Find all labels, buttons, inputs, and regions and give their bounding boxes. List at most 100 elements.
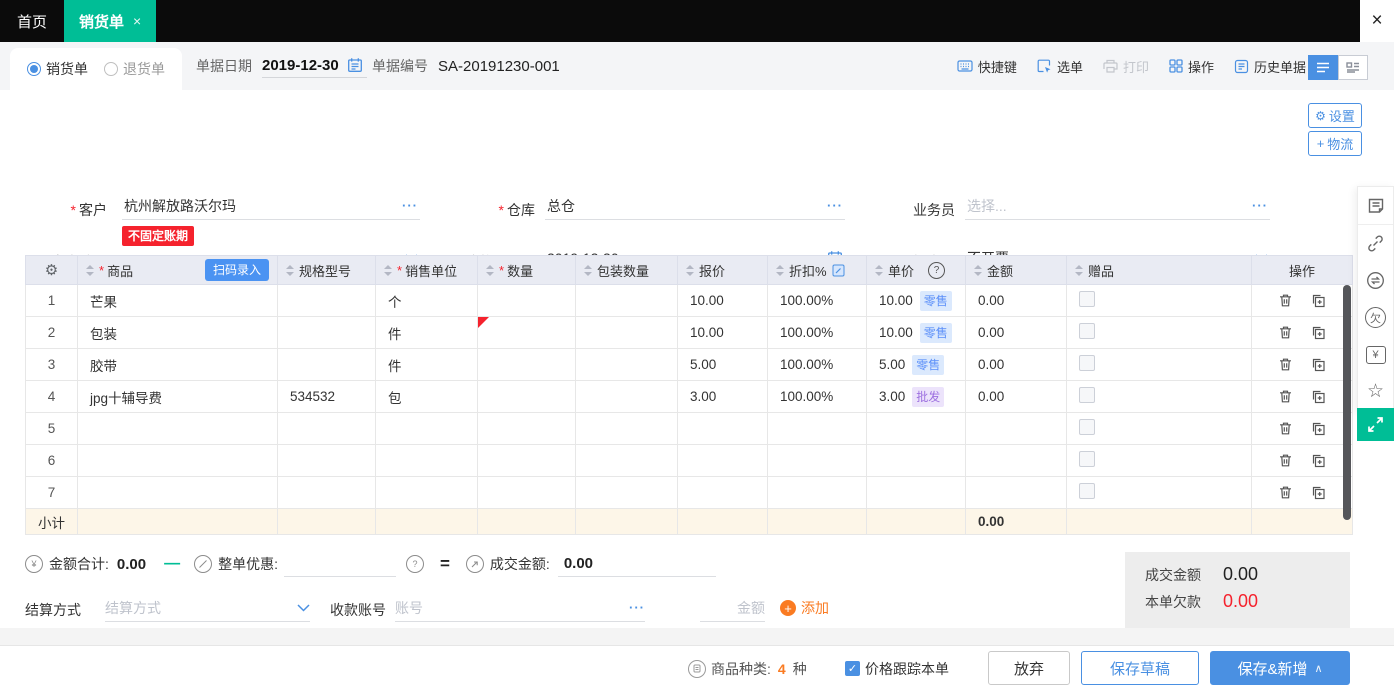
payment-amount-field[interactable]: 金额	[700, 594, 765, 622]
copy-row-icon[interactable]	[1311, 357, 1326, 372]
unit-cell[interactable]	[376, 413, 478, 445]
gift-checkbox[interactable]	[1079, 483, 1095, 499]
qty-cell[interactable]	[478, 477, 576, 509]
list-view-toggle[interactable]	[1308, 55, 1338, 80]
delete-row-icon[interactable]	[1278, 325, 1293, 340]
delete-row-icon[interactable]	[1278, 485, 1293, 500]
quote-cell[interactable]	[678, 413, 768, 445]
spec-cell[interactable]	[278, 285, 376, 317]
amount-cell[interactable]: 0.00	[966, 317, 1067, 349]
sort-carets-icon[interactable]	[974, 265, 982, 276]
amount-cell[interactable]: 0.00	[966, 285, 1067, 317]
quote-cell[interactable]	[678, 445, 768, 477]
amount-cell[interactable]: 0.00	[966, 381, 1067, 413]
gift-checkbox[interactable]	[1079, 355, 1095, 371]
order-discount-input[interactable]	[284, 552, 396, 577]
product-cell[interactable]	[78, 413, 278, 445]
checked-checkbox-icon[interactable]: ✓	[845, 661, 860, 676]
gear-icon[interactable]: ⚙	[45, 261, 58, 279]
transfer-icon[interactable]	[1358, 262, 1393, 299]
salesman-field[interactable]: 选择... ···	[965, 192, 1270, 220]
shortcut-keys-button[interactable]: 快捷键	[957, 57, 1017, 76]
window-close-button[interactable]: ×	[1360, 0, 1394, 42]
product-cell[interactable]	[78, 477, 278, 509]
tab-close-icon[interactable]: ×	[133, 13, 141, 29]
note-document-icon[interactable]	[1358, 187, 1393, 225]
quote-cell[interactable]: 5.00	[678, 349, 768, 381]
pack-qty-cell[interactable]	[576, 445, 678, 477]
price-cell[interactable]	[867, 477, 966, 509]
table-scrollbar-thumb[interactable]	[1343, 285, 1351, 520]
pack-qty-cell[interactable]	[576, 317, 678, 349]
copy-row-icon[interactable]	[1311, 453, 1326, 468]
quote-cell[interactable]: 3.00	[678, 381, 768, 413]
link-icon[interactable]	[1358, 225, 1393, 262]
tab-sales-order[interactable]: 销货单 ×	[64, 0, 156, 42]
pack-qty-cell[interactable]	[576, 381, 678, 413]
radio-return-order[interactable]: 退货单	[104, 59, 165, 79]
product-cell[interactable]: 包装	[78, 317, 278, 349]
price-cell[interactable]: 10.00 零售	[867, 285, 966, 317]
unit-cell[interactable]: 件	[376, 317, 478, 349]
save-and-new-button[interactable]: 保存&新增 ∧	[1210, 651, 1350, 685]
discount-cell[interactable]: 100.00%	[768, 285, 867, 317]
price-cell[interactable]: 10.00 零售	[867, 317, 966, 349]
customer-more-icon[interactable]: ···	[402, 198, 418, 213]
discard-button[interactable]: 放弃	[988, 651, 1070, 685]
sort-carets-icon[interactable]	[384, 265, 392, 276]
spec-cell[interactable]	[278, 317, 376, 349]
price-type-tag[interactable]: 零售	[912, 355, 944, 375]
copy-row-icon[interactable]	[1311, 421, 1326, 436]
gift-checkbox[interactable]	[1079, 291, 1095, 307]
sort-carets-icon[interactable]	[584, 265, 592, 276]
price-cell[interactable]	[867, 413, 966, 445]
spec-cell[interactable]	[278, 445, 376, 477]
copy-row-icon[interactable]	[1311, 325, 1326, 340]
logistics-button[interactable]: + 物流	[1308, 131, 1362, 156]
price-type-tag[interactable]: 零售	[920, 291, 952, 311]
unit-cell[interactable]: 件	[376, 349, 478, 381]
discount-cell[interactable]	[768, 413, 867, 445]
spec-cell[interactable]	[278, 413, 376, 445]
product-cell[interactable]: 胶带	[78, 349, 278, 381]
amount-cell[interactable]	[966, 445, 1067, 477]
help-icon[interactable]: ?	[406, 555, 424, 573]
settings-button[interactable]: ⚙ 设置	[1308, 103, 1362, 128]
unit-cell[interactable]	[376, 477, 478, 509]
quote-cell[interactable]: 10.00	[678, 285, 768, 317]
discount-cell[interactable]: 100.00%	[768, 317, 867, 349]
delete-row-icon[interactable]	[1278, 421, 1293, 436]
debt-icon[interactable]: 欠	[1358, 299, 1393, 336]
deal-amount-field[interactable]: 0.00	[558, 552, 716, 577]
discount-cell[interactable]: 100.00%	[768, 381, 867, 413]
settlement-method-select[interactable]: 结算方式	[105, 594, 310, 622]
product-cell[interactable]	[78, 445, 278, 477]
copy-row-icon[interactable]	[1311, 293, 1326, 308]
price-help-icon[interactable]: ?	[928, 262, 945, 279]
receive-account-field[interactable]: 账号 ···	[395, 594, 645, 622]
qty-cell[interactable]	[478, 381, 576, 413]
warehouse-more-icon[interactable]: ···	[827, 198, 843, 213]
sort-carets-icon[interactable]	[875, 265, 883, 276]
card-view-toggle[interactable]	[1338, 55, 1368, 80]
voucher-icon[interactable]: ¥	[1358, 336, 1393, 373]
amount-cell[interactable]	[966, 413, 1067, 445]
favorite-star-icon[interactable]: ☆	[1358, 373, 1393, 410]
edit-discount-icon[interactable]	[832, 264, 845, 277]
sort-carets-icon[interactable]	[486, 265, 494, 276]
spec-cell[interactable]: 534532	[278, 381, 376, 413]
sort-carets-icon[interactable]	[286, 265, 294, 276]
history-orders-button[interactable]: 历史单据	[1234, 57, 1306, 76]
price-type-tag[interactable]: 零售	[920, 323, 952, 343]
calendar-icon[interactable]	[347, 57, 363, 73]
price-type-tag[interactable]: 批发	[912, 387, 944, 407]
spec-cell[interactable]	[278, 349, 376, 381]
pack-qty-cell[interactable]	[576, 477, 678, 509]
spec-cell[interactable]	[278, 477, 376, 509]
copy-row-icon[interactable]	[1311, 389, 1326, 404]
operations-button[interactable]: 操作	[1169, 57, 1214, 76]
gift-checkbox[interactable]	[1079, 451, 1095, 467]
document-date-field[interactable]: 2019-12-30	[262, 55, 367, 78]
unit-cell[interactable]	[376, 445, 478, 477]
qty-cell[interactable]	[478, 445, 576, 477]
